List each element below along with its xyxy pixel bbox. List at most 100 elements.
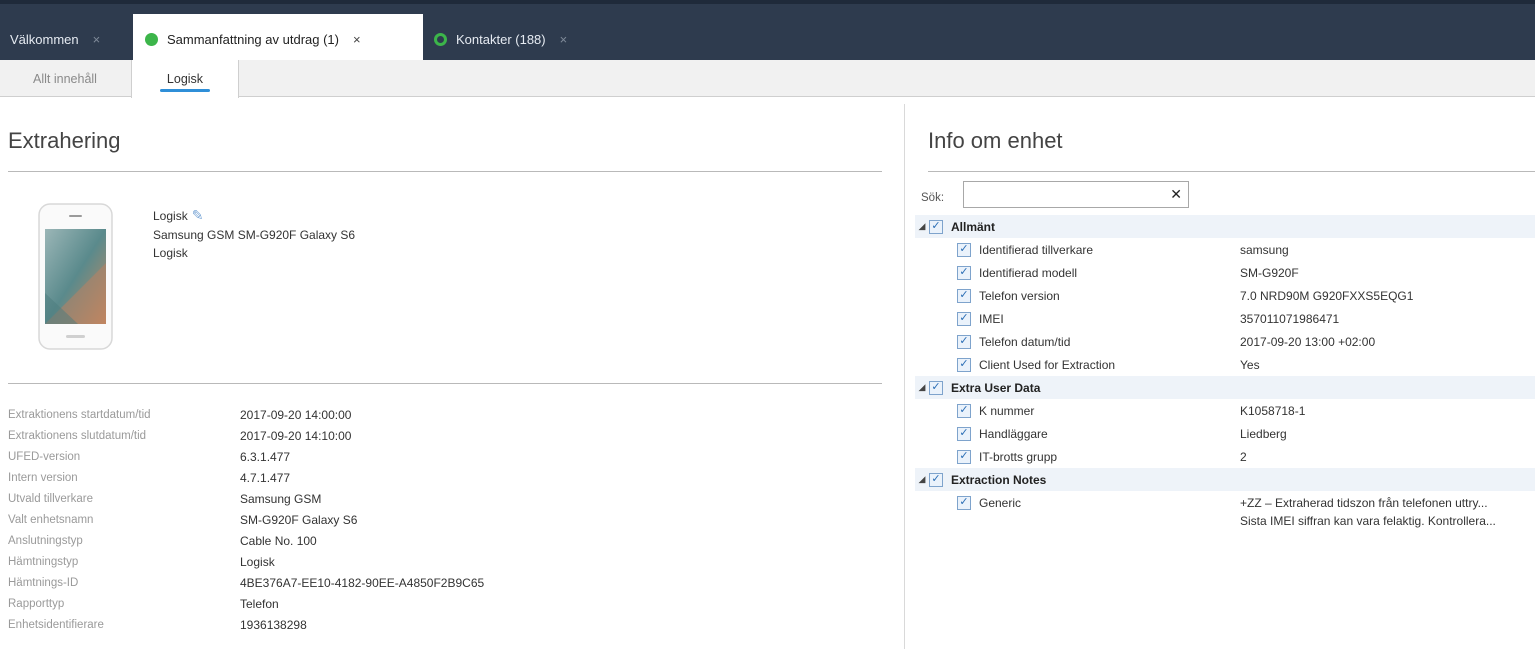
tree-item-label: Handläggare <box>979 426 1048 441</box>
tree-group[interactable]: ◢ ✓ Allmänt <box>915 215 1535 238</box>
tree-group-label: Extraction Notes <box>951 472 1047 487</box>
property-row: Utvald tillverkare Samsung GSM <box>8 488 888 509</box>
tree-item[interactable]: ✓ K nummer K1058718-1 <box>915 399 1535 422</box>
tree-item[interactable]: ✓ Identifierad tillverkare samsung <box>915 238 1535 261</box>
divider <box>928 171 1535 172</box>
expand-triangle-icon[interactable]: ◢ <box>915 382 929 393</box>
device-mode: Logisk <box>153 246 188 260</box>
checkbox[interactable]: ✓ <box>957 357 971 372</box>
tab-valkommen[interactable]: Välkommen × <box>10 14 100 64</box>
property-label: Extraktionens startdatum/tid <box>8 408 151 421</box>
divider <box>8 383 882 384</box>
device-extraction-type: Logisk ✎ <box>153 207 203 224</box>
tree-item-value: 7.0 NRD90M G920FXXS5EQG1 <box>1240 288 1414 303</box>
tree-item[interactable]: ✓ Handläggare Liedberg <box>915 422 1535 445</box>
tree-item-value: Liedberg <box>1240 426 1287 441</box>
status-dot-icon <box>145 32 158 46</box>
property-value: 6.3.1.477 <box>240 449 291 464</box>
tree-item-label: IT-brotts grupp <box>979 449 1058 464</box>
view-tab-bar: Allt innehåll Logisk <box>0 60 1535 98</box>
checkbox[interactable]: ✓ <box>929 380 943 395</box>
property-value: 4BE376A7-EE10-4182-90EE-A4850F2B9C65 <box>240 575 485 590</box>
checkbox[interactable]: ✓ <box>957 449 971 464</box>
tree-item[interactable]: ✓ Client Used for Extraction Yes <box>915 353 1535 376</box>
property-row: UFED-version 6.3.1.477 <box>8 446 888 467</box>
property-label: Rapporttyp <box>8 597 65 610</box>
property-value: 1936138298 <box>240 617 307 632</box>
property-value: 2017-09-20 14:10:00 <box>240 428 352 443</box>
search-input[interactable] <box>964 182 1164 207</box>
tree-group-label: Extra User Data <box>951 380 1041 395</box>
tree-item-label: IMEI <box>979 311 1004 326</box>
subtab-label: Allt innehåll <box>33 71 97 86</box>
checkbox[interactable]: ✓ <box>957 242 971 257</box>
clear-icon[interactable]: ✕ <box>1170 186 1182 203</box>
checkbox[interactable]: ✓ <box>957 311 971 326</box>
property-label: Utvald tillverkare <box>8 492 93 505</box>
tree-item-label: Client Used for Extraction <box>979 357 1116 372</box>
subtab-label: Logisk <box>166 72 204 86</box>
property-value: Telefon <box>240 596 279 611</box>
pencil-edit-icon[interactable]: ✎ <box>192 207 204 224</box>
property-value: 4.7.1.477 <box>240 470 291 485</box>
tree-item-label: Identifierad modell <box>979 265 1078 280</box>
subtab-allt-innehall[interactable]: Allt innehåll <box>0 60 130 97</box>
tree-group[interactable]: ◢ ✓ Extraction Notes <box>915 468 1535 491</box>
status-ring-icon <box>434 32 447 46</box>
subtab-logisk[interactable]: Logisk <box>131 60 239 98</box>
property-row: Extraktionens slutdatum/tid 2017-09-20 14… <box>8 425 888 446</box>
tree-item-value: Yes <box>1240 357 1260 372</box>
property-value: SM-G920F Galaxy S6 <box>240 512 358 527</box>
tree-item-value: 2017-09-20 13:00 +02:00 <box>1240 334 1376 349</box>
tree-group[interactable]: ◢ ✓ Extra User Data <box>915 376 1535 399</box>
property-label: Hämtningstyp <box>8 555 79 568</box>
property-row: Intern version 4.7.1.477 <box>8 467 888 488</box>
close-icon[interactable]: × <box>560 32 568 47</box>
property-label: Enhetsidentifierare <box>8 618 104 631</box>
tree-item-value-line2: Sista IMEI siffran kan vara felaktig. Ko… <box>1240 514 1496 528</box>
property-label: Valt enhetsnamn <box>8 513 94 526</box>
search-box: ✕ <box>963 181 1189 208</box>
property-label: UFED-version <box>8 450 81 463</box>
tree-item-value: samsung <box>1240 242 1289 257</box>
property-row: Hämtningstyp Logisk <box>8 551 888 572</box>
search-label: Sök: <box>921 192 945 204</box>
tree-item[interactable]: ✓ IT-brotts grupp 2 <box>915 445 1535 468</box>
property-value: Logisk <box>240 554 275 569</box>
close-icon[interactable]: × <box>353 32 361 47</box>
property-label: Anslutningstyp <box>8 534 83 547</box>
tree-item[interactable]: ✓ Generic +ZZ – Extraherad tidszon från te… <box>915 491 1535 528</box>
tab-label: Välkommen <box>10 31 79 47</box>
tree-item[interactable]: ✓ IMEI 357011071986471 <box>915 307 1535 330</box>
property-row: Anslutningstyp Cable No. 100 <box>8 530 888 551</box>
tree-item[interactable]: ✓ Telefon datum/tid 2017-09-20 13:00 +02:0… <box>915 330 1535 353</box>
checkbox[interactable]: ✓ <box>957 288 971 303</box>
checkbox[interactable]: ✓ <box>957 495 971 510</box>
checkbox[interactable]: ✓ <box>929 219 943 234</box>
property-row: Extraktionens startdatum/tid 2017-09-20 1… <box>8 404 888 425</box>
checkbox[interactable]: ✓ <box>957 403 971 418</box>
tree-item[interactable]: ✓ Telefon version 7.0 NRD90M G920FXXS5EQG1 <box>915 284 1535 307</box>
property-row: Valt enhetsnamn SM-G920F Galaxy S6 <box>8 509 888 530</box>
tree-item-value: 2 <box>1240 449 1247 464</box>
device-line: Logisk <box>153 209 188 223</box>
expand-triangle-icon[interactable]: ◢ <box>915 474 929 485</box>
property-row: Hämtnings-ID 4BE376A7-EE10-4182-90EE-A485… <box>8 572 888 593</box>
checkbox[interactable]: ✓ <box>957 265 971 280</box>
tab-label: Kontakter (188) <box>456 31 546 47</box>
tree-item[interactable]: ✓ Identifierad modell SM-G920F <box>915 261 1535 284</box>
tree-item-label: K nummer <box>979 403 1035 418</box>
tree-item-value: +ZZ – Extraherad tidszon från telefonen … <box>1240 495 1488 510</box>
checkbox[interactable]: ✓ <box>957 334 971 349</box>
phone-icon <box>38 203 113 350</box>
document-tab-bar: Välkommen × Sammanfattning av utdrag (1)… <box>0 0 1535 64</box>
panel-divider <box>904 104 905 649</box>
tab-kontakter[interactable]: Kontakter (188) × <box>434 14 567 64</box>
checkbox[interactable]: ✓ <box>929 472 943 487</box>
device-info-title: Info om enhet <box>928 128 1063 153</box>
close-icon[interactable]: × <box>93 32 101 47</box>
tab-sammanfattning[interactable]: Sammanfattning av utdrag (1) × <box>133 14 423 64</box>
checkbox[interactable]: ✓ <box>957 426 971 441</box>
expand-triangle-icon[interactable]: ◢ <box>915 221 929 232</box>
tree-item-value: 357011071986471 <box>1240 311 1340 326</box>
